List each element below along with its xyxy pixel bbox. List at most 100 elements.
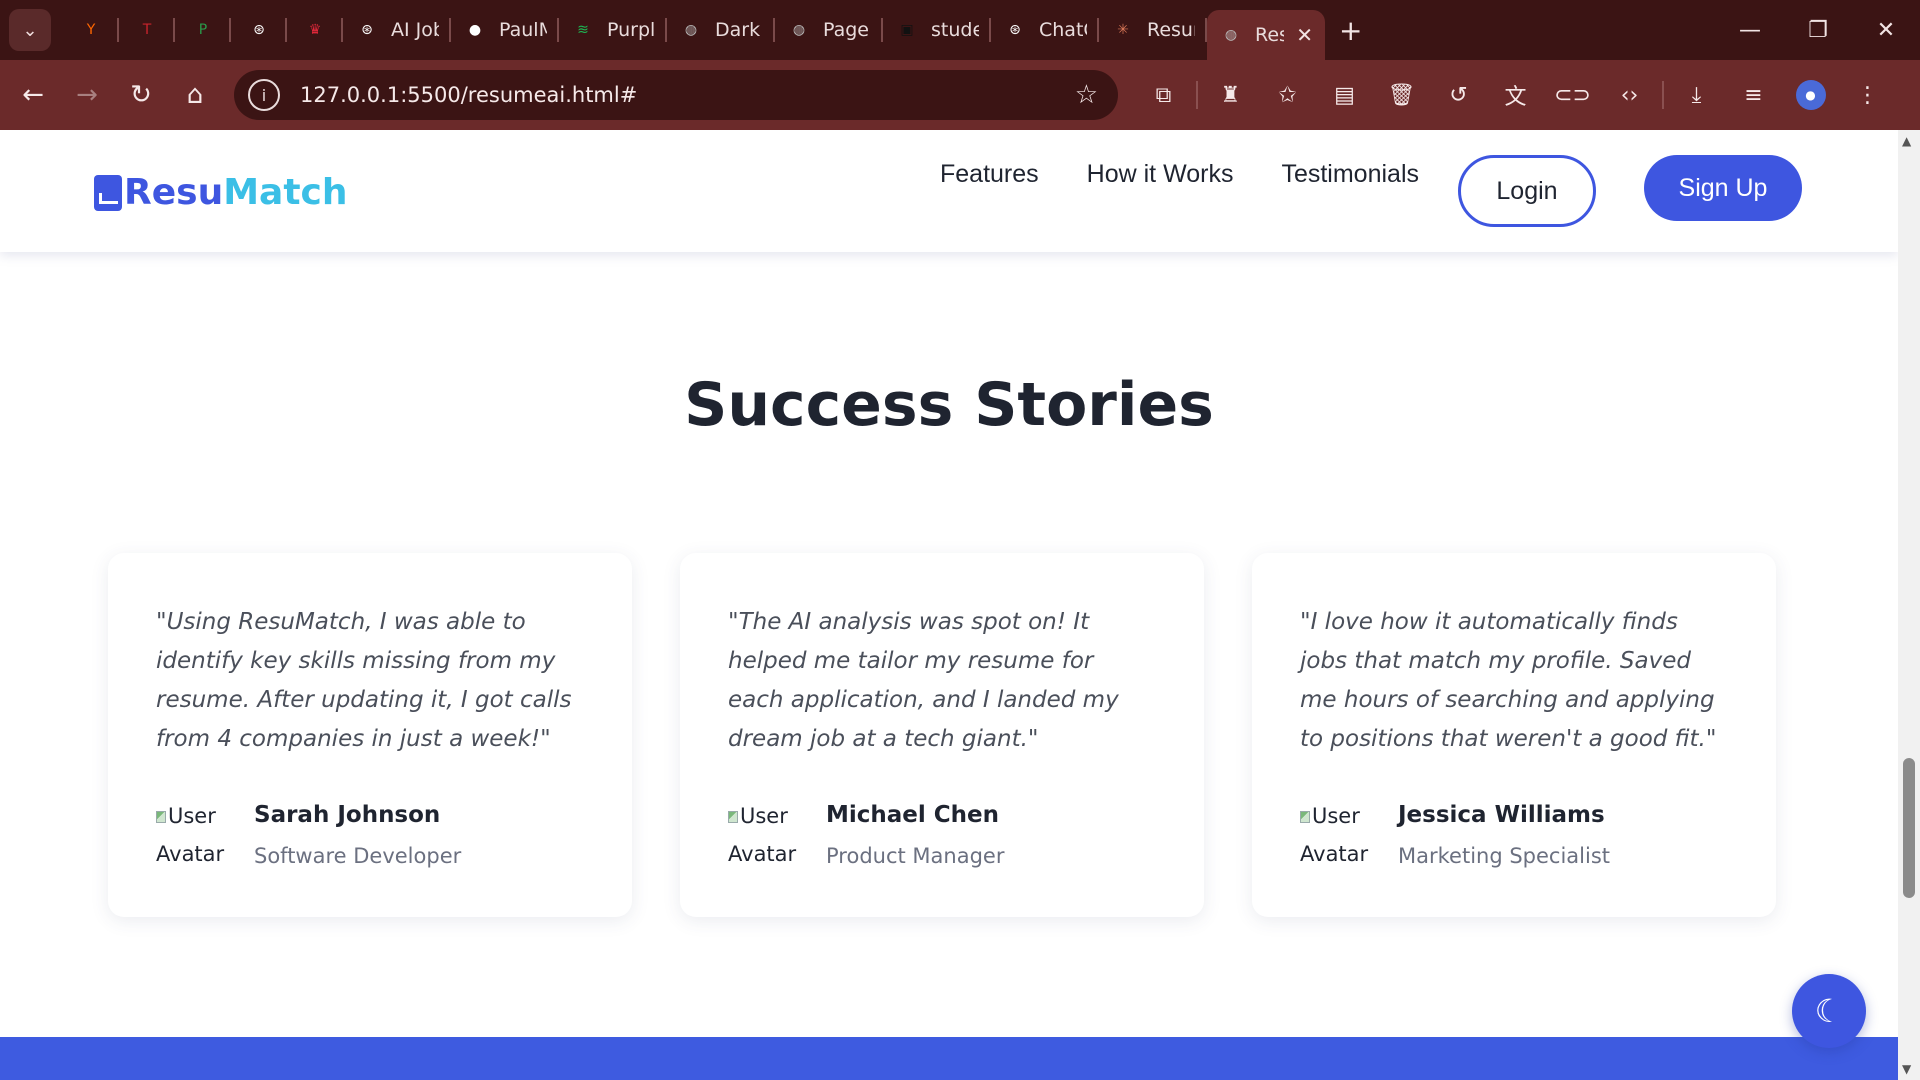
site-info-icon[interactable]: i bbox=[248, 79, 280, 111]
spotify-icon: ≋ bbox=[577, 22, 589, 38]
page-scrollbar[interactable]: ▲ ▼ bbox=[1898, 130, 1920, 1080]
browser-tab[interactable]: ⊛ bbox=[231, 0, 287, 60]
incognito-icon[interactable]: ♜ bbox=[1202, 60, 1259, 130]
close-window-button[interactable]: ✕ bbox=[1852, 0, 1920, 60]
testimonial-card: "I love how it automatically finds jobs … bbox=[1252, 553, 1776, 917]
testimonial-author: User Avatar Sarah Johnson Software Devel… bbox=[156, 797, 461, 875]
page-viewport: Resu Match Features How it Works Testimon… bbox=[0, 130, 1898, 1080]
broken-image-icon bbox=[1300, 811, 1310, 823]
minimize-button[interactable]: — bbox=[1716, 0, 1784, 60]
browser-tab[interactable]: P bbox=[175, 0, 231, 60]
tab-title: ChatGP bbox=[1039, 19, 1087, 41]
translate-icon[interactable]: 文 bbox=[1487, 60, 1544, 130]
signup-button[interactable]: Sign Up bbox=[1644, 155, 1802, 221]
browser-tab[interactable]: ✳ Resume bbox=[1099, 0, 1207, 60]
avatar-alt-text: User Avatar bbox=[156, 804, 225, 866]
download-icon[interactable]: ⤓ bbox=[1668, 60, 1725, 130]
reload-button[interactable]: ↻ bbox=[114, 68, 168, 122]
tab-title: Resume bbox=[1147, 19, 1195, 41]
broken-image-icon bbox=[728, 811, 738, 823]
browser-tab[interactable]: ● PaulMc bbox=[451, 0, 559, 60]
avatar: User Avatar bbox=[1300, 797, 1382, 875]
nav-link-how-it-works[interactable]: How it Works bbox=[1087, 160, 1234, 189]
browser-tab[interactable]: ▣ student bbox=[883, 0, 991, 60]
profile-button[interactable]: ● bbox=[1782, 60, 1839, 130]
scrollbar-thumb[interactable] bbox=[1903, 758, 1915, 898]
restore-button[interactable]: ❐ bbox=[1784, 0, 1852, 60]
browser-tab[interactable]: ⊛ ChatGP bbox=[991, 0, 1099, 60]
favorites-icon[interactable]: ✩ bbox=[1259, 60, 1316, 130]
tab-title: PaulMc bbox=[499, 19, 547, 41]
testimonial-quote: "I love how it automatically finds jobs … bbox=[1300, 609, 1717, 752]
nav-link-features[interactable]: Features bbox=[940, 160, 1039, 189]
browser-tab[interactable]: ◍ Dark Ka bbox=[667, 0, 775, 60]
dark-mode-toggle[interactable]: ☾ bbox=[1792, 974, 1866, 1048]
tab-search-button[interactable]: ⌄ bbox=[9, 9, 51, 51]
testimonial-card: "The AI analysis was spot on! It helped … bbox=[680, 553, 1204, 917]
openai-icon: ⊛ bbox=[253, 22, 265, 38]
testimonial-author: User Avatar Michael Chen Product Manager bbox=[728, 797, 1004, 875]
site-navbar: Resu Match Features How it Works Testimon… bbox=[0, 130, 1898, 252]
forward-arrow-icon: → bbox=[76, 80, 98, 110]
browser-tab[interactable]: ⊛ AI Job M bbox=[343, 0, 451, 60]
author-role: Marketing Specialist bbox=[1398, 844, 1611, 868]
resume-doc-icon bbox=[94, 174, 122, 211]
tj-icon: T bbox=[142, 22, 152, 38]
p-icon: P bbox=[198, 22, 208, 38]
new-tab-button[interactable]: + bbox=[1339, 14, 1362, 47]
browser-tab[interactable]: T bbox=[119, 0, 175, 60]
scroll-down-arrow-icon[interactable]: ▼ bbox=[1902, 1062, 1911, 1076]
tab-title: Purple I bbox=[607, 19, 655, 41]
scroll-up-arrow-icon[interactable]: ▲ bbox=[1902, 134, 1911, 148]
site-icon: ▣ bbox=[900, 22, 914, 38]
forward-button[interactable]: → bbox=[60, 68, 114, 122]
media-controls-icon[interactable]: ≡ bbox=[1725, 60, 1782, 130]
testimonial-author: User Avatar Jessica Williams Marketing S… bbox=[1300, 797, 1610, 875]
code-icon[interactable]: ‹› bbox=[1601, 60, 1658, 130]
browser-tab[interactable]: ≋ Purple I bbox=[559, 0, 667, 60]
testimonial-cards: "Using ResuMatch, I was able to identify… bbox=[108, 553, 1776, 917]
trash-icon[interactable]: 🗑 bbox=[1373, 60, 1430, 130]
bookmark-star-icon[interactable]: ☆ bbox=[1075, 80, 1098, 110]
author-name: Michael Chen bbox=[826, 802, 1000, 828]
browser-tab[interactable]: ♛ bbox=[287, 0, 343, 60]
history-icon[interactable]: ↺ bbox=[1430, 60, 1487, 130]
site-logo[interactable]: Resu Match bbox=[94, 172, 348, 213]
menu-icon[interactable]: ⋮ bbox=[1839, 60, 1896, 130]
address-bar[interactable]: i 127.0.0.1:5500/resumeai.html# ☆ bbox=[234, 70, 1118, 120]
home-button[interactable]: ⌂ bbox=[168, 68, 222, 122]
author-role: Software Developer bbox=[254, 844, 462, 868]
toolbar-divider bbox=[1196, 81, 1198, 109]
nav-link-testimonials[interactable]: Testimonials bbox=[1281, 160, 1419, 189]
github-icon: ● bbox=[468, 22, 482, 38]
author-role: Product Manager bbox=[826, 844, 1005, 868]
browser-tab-strip: ⌄ Y T P ⊛ ♛ ⊛ AI Job M ● PaulMc ≋ Purple I ◍ Dark Ka… bbox=[0, 0, 1920, 60]
tab-title: AI Job M bbox=[391, 19, 439, 41]
browser-tab[interactable]: ◍ Page nc bbox=[775, 0, 883, 60]
back-arrow-icon: ← bbox=[22, 80, 44, 110]
cta-section-band bbox=[0, 1037, 1898, 1080]
browser-toolbar: ← → ↻ ⌂ i 127.0.0.1:5500/resumeai.html# … bbox=[0, 60, 1920, 130]
primary-nav: Features How it Works Testimonials bbox=[940, 160, 1419, 189]
reading-list-icon[interactable]: ▤ bbox=[1316, 60, 1373, 130]
address-url[interactable]: 127.0.0.1:5500/resumeai.html# bbox=[300, 83, 637, 107]
avatar-alt-text: User Avatar bbox=[1300, 804, 1369, 866]
browser-extensions-toolbar: ⧉ ♜ ✩ ▤ 🗑 ↺ 文 ⊂⊃ ‹› ⤓ ≡ ● ⋮ bbox=[1135, 60, 1896, 130]
moon-icon: ☾ bbox=[1814, 992, 1844, 1030]
globe-icon: ◍ bbox=[684, 22, 698, 38]
window-controls: — ❐ ✕ bbox=[1716, 0, 1920, 60]
tab-title: Res bbox=[1255, 24, 1285, 46]
testimonial-card: "Using ResuMatch, I was able to identify… bbox=[108, 553, 632, 917]
logo-text-match: Match bbox=[223, 172, 348, 213]
avatar-alt-text: User Avatar bbox=[728, 804, 797, 866]
claude-icon: ✳ bbox=[1117, 22, 1129, 38]
logo-text-resu: Resu bbox=[124, 172, 224, 213]
testimonial-quote: "Using ResuMatch, I was able to identify… bbox=[156, 609, 572, 752]
back-button[interactable]: ← bbox=[6, 68, 60, 122]
login-button[interactable]: Login bbox=[1458, 155, 1596, 227]
link-icon[interactable]: ⊂⊃ bbox=[1544, 60, 1601, 130]
browser-tab[interactable]: Y bbox=[63, 0, 119, 60]
close-tab-icon[interactable]: ✕ bbox=[1296, 23, 1313, 47]
extensions-icon[interactable]: ⧉ bbox=[1135, 60, 1192, 130]
browser-tab[interactable]: ◍ Res ✕ bbox=[1207, 10, 1325, 60]
